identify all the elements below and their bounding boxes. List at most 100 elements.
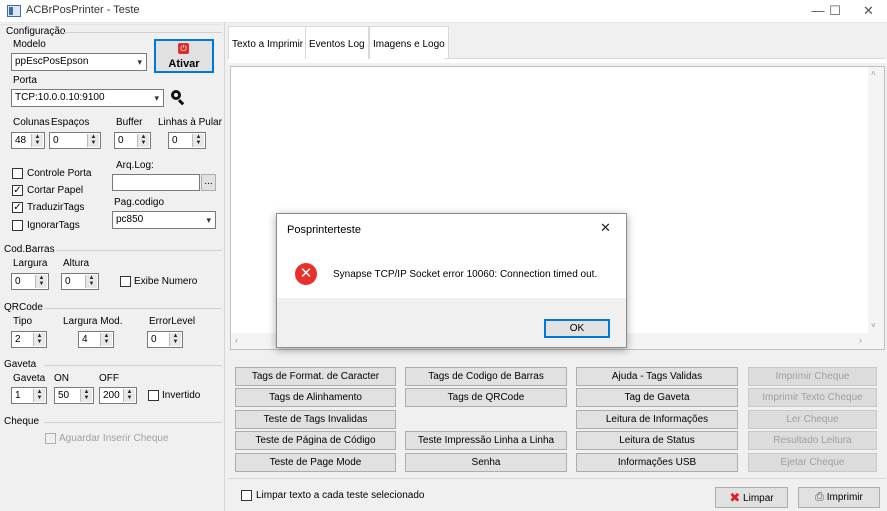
spin-arrows-icon[interactable]: ▲ ▼ <box>85 275 97 288</box>
spin-arrows-icon[interactable]: ▲ ▼ <box>80 389 92 402</box>
leitura-informacoes-button[interactable]: Leitura de Informações <box>576 410 738 429</box>
tag-gaveta-button[interactable]: Tag de Gaveta <box>576 388 738 407</box>
arqlog-input[interactable] <box>112 174 200 191</box>
teste-impressao-linha-button[interactable]: Teste Impressão Linha a Linha <box>405 431 567 450</box>
codbarras-altura-label: Altura <box>63 258 90 269</box>
cortar-papel-label: Cortar Papel <box>27 185 84 196</box>
scroll-left-icon[interactable]: ‹ <box>235 335 238 345</box>
modelo-label: Modelo <box>13 39 46 50</box>
dialog-close-button[interactable]: ✕ <box>600 220 611 236</box>
off-spin[interactable]: 200 ▲ ▼ <box>99 387 137 404</box>
limpar-texto-label: Limpar texto a cada teste selecionado <box>256 490 425 501</box>
modelo-select[interactable]: ppEscPosEpson ▾ <box>11 53 147 71</box>
off-label: OFF <box>99 373 119 384</box>
ativar-button[interactable]: ⏻ Ativar <box>154 39 214 73</box>
tab-imagens-logo[interactable]: Imagens e Logo <box>369 26 449 59</box>
qrcode-group-line <box>44 308 222 309</box>
imprimir-label: Imprimir <box>826 492 863 503</box>
chevron-down-icon: ▾ <box>206 215 211 225</box>
ignorar-tags-label: IgnorarTags <box>27 220 80 231</box>
ejetar-cheque-button[interactable]: Ejetar Cheque <box>748 453 877 472</box>
gaveta-group-title: Gaveta <box>4 359 37 370</box>
imprimir-button[interactable]: ⎙ Imprimir <box>798 487 880 508</box>
ajuda-tags-validas-button[interactable]: Ajuda - Tags Validas <box>576 367 738 386</box>
buffer-label: Buffer <box>116 117 143 128</box>
power-icon: ⏻ <box>178 43 189 54</box>
browse-button[interactable]: ... <box>201 174 216 191</box>
invertido-checkbox[interactable] <box>148 390 159 401</box>
teste-tags-invalidas-button[interactable]: Teste de Tags Invalidas <box>235 410 396 429</box>
limpar-button[interactable]: ✖ Limpar <box>715 487 788 508</box>
codbarras-largura-spin[interactable]: 0 ▲ ▼ <box>11 273 49 290</box>
aguardar-cheque-checkbox[interactable] <box>45 433 56 444</box>
codbarras-altura-spin[interactable]: 0 ▲ ▼ <box>61 273 99 290</box>
spin-arrows-icon[interactable]: ▲ ▼ <box>100 333 112 346</box>
limpar-texto-checkbox[interactable] <box>241 490 252 501</box>
gaveta-spin[interactable]: 1 ▲ ▼ <box>11 387 47 404</box>
controle-porta-label: Controle Porta <box>27 168 92 179</box>
qrcode-largura-mod-spin[interactable]: 4 ▲ ▼ <box>78 331 114 348</box>
on-spin[interactable]: 50 ▲ ▼ <box>54 387 94 404</box>
tags-codigo-barras-button[interactable]: Tags de Codigo de Barras <box>405 367 567 386</box>
buffer-spin[interactable]: 0 ▲ ▼ <box>114 132 151 149</box>
spin-arrows-icon[interactable]: ▲ ▼ <box>33 333 45 346</box>
tags-alinhamento-button[interactable]: Tags de Alinhamento <box>235 388 396 407</box>
scroll-down-icon[interactable]: ˅ <box>871 321 876 330</box>
maximize-button[interactable]: ☐ <box>815 0 855 22</box>
aguardar-cheque-label: Aguardar Inserir Cheque <box>59 433 169 444</box>
ok-button[interactable]: OK <box>544 319 610 338</box>
on-label: ON <box>54 373 69 384</box>
spin-arrows-icon[interactable]: ▲ ▼ <box>137 134 149 147</box>
config-group-line <box>64 32 222 33</box>
title-bar: ACBrPosPrinter - Teste — ☐ ✕ <box>0 0 887 23</box>
tags-format-caracter-button[interactable]: Tags de Format. de Caracter <box>235 367 396 386</box>
tab-texto-imprimir[interactable]: Texto a Imprimir <box>228 26 308 59</box>
window-title: ACBrPosPrinter - Teste <box>26 4 140 16</box>
spin-arrows-icon[interactable]: ▲ ▼ <box>87 134 99 147</box>
chevron-down-icon: ▾ <box>137 57 142 67</box>
qrcode-largura-mod-label: Largura Mod. <box>63 316 123 327</box>
leitura-status-button[interactable]: Leitura de Status <box>576 431 738 450</box>
teste-page-mode-button[interactable]: Teste de Page Mode <box>235 453 396 472</box>
ativar-label: Ativar <box>168 58 200 70</box>
ignorar-tags-checkbox[interactable] <box>12 220 23 231</box>
spin-arrows-icon[interactable]: ▲ ▼ <box>33 389 45 402</box>
espacos-label: Espaços <box>51 117 90 128</box>
traduzir-tags-checkbox[interactable]: ✓ <box>12 202 23 213</box>
resultado-leitura-button[interactable]: Resultado Leitura <box>748 431 877 450</box>
pagcodigo-select[interactable]: pc850 ▾ <box>112 211 216 229</box>
cortar-papel-checkbox[interactable]: ✓ <box>12 185 23 196</box>
scroll-right-icon[interactable]: › <box>859 335 862 345</box>
tab-eventos-log[interactable]: Eventos Log <box>305 26 369 59</box>
senha-button[interactable]: Senha <box>405 453 567 472</box>
imprimir-texto-cheque-button[interactable]: Imprimir Texto Cheque <box>748 388 877 407</box>
controle-porta-checkbox[interactable] <box>12 168 23 179</box>
tags-qrcode-button[interactable]: Tags de QRCode <box>405 388 567 407</box>
scroll-up-icon[interactable]: ˄ <box>871 69 876 78</box>
search-icon[interactable] <box>170 89 188 107</box>
colunas-spin[interactable]: 48 ▲ ▼ <box>11 132 45 149</box>
spin-arrows-icon[interactable]: ▲ ▼ <box>35 275 47 288</box>
espacos-spin[interactable]: 0 ▲ ▼ <box>49 132 101 149</box>
panel-divider <box>224 22 225 511</box>
porta-select[interactable]: TCP:10.0.0.10:9100 ▾ <box>11 89 164 107</box>
qrcode-group-title: QRCode <box>4 302 43 313</box>
teste-pagina-codigo-button[interactable]: Teste de Página de Código <box>235 431 396 450</box>
linhas-pular-spin[interactable]: 0 ▲ ▼ <box>168 132 206 149</box>
qrcode-tipo-spin[interactable]: 2 ▲ ▼ <box>11 331 47 348</box>
close-button[interactable]: ✕ <box>850 0 887 22</box>
exibe-numero-checkbox[interactable] <box>120 276 131 287</box>
imprimir-cheque-button[interactable]: Imprimir Cheque <box>748 367 877 386</box>
vertical-scrollbar[interactable]: ˄ ˅ <box>868 67 884 333</box>
spin-arrows-icon[interactable]: ▲ ▼ <box>192 134 204 147</box>
ler-cheque-button[interactable]: Ler Cheque <box>748 410 877 429</box>
colunas-label: Colunas <box>13 117 50 128</box>
qrcode-error-level-spin[interactable]: 0 ▲ ▼ <box>147 331 183 348</box>
porta-label: Porta <box>13 75 37 86</box>
qrcode-error-level-label: ErrorLevel <box>149 316 196 327</box>
informacoes-usb-button[interactable]: Informações USB <box>576 453 738 472</box>
codbarras-group-line <box>56 250 222 251</box>
spin-arrows-icon[interactable]: ▲ ▼ <box>169 333 181 346</box>
spin-arrows-icon[interactable]: ▲ ▼ <box>31 134 43 147</box>
spin-arrows-icon[interactable]: ▲ ▼ <box>123 389 135 402</box>
